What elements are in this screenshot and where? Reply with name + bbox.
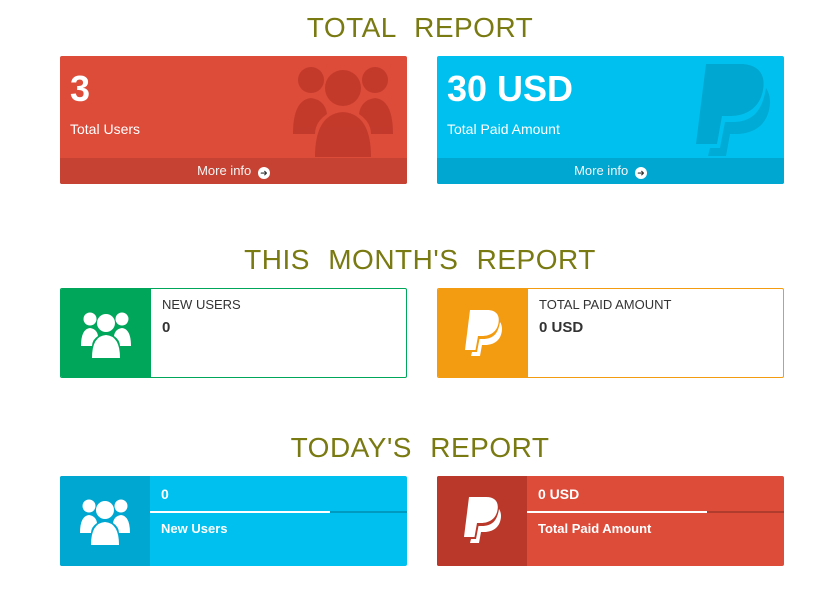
total-users-box: 3 Total Users More info ➜ — [60, 56, 407, 184]
total-paid-more-info-link[interactable]: More info ➜ — [437, 158, 784, 184]
total-paid-value: 30 USD — [447, 68, 574, 109]
total-paid-label: Total Paid Amount — [447, 121, 560, 137]
today-paid-progress — [527, 511, 784, 513]
month-paid-label: TOTAL PAID AMOUNT — [539, 297, 672, 312]
total-users-label: Total Users — [70, 121, 141, 137]
users-icon — [60, 476, 150, 566]
progress-fill — [527, 511, 707, 513]
today-report-title: TODAY'S REPORT — [290, 432, 550, 463]
today-paid-value: 0 USD — [538, 486, 580, 502]
more-info-text: More info — [197, 163, 252, 178]
today-new-users-progress — [150, 511, 407, 513]
today-paid-label: Total Paid Amount — [538, 521, 652, 536]
users-icon — [61, 289, 151, 377]
month-new-users-value: 0 — [162, 319, 171, 336]
today-new-users-value: 0 — [161, 486, 169, 502]
users-icon — [293, 62, 393, 162]
month-new-users-box: NEW USERS 0 — [60, 288, 407, 378]
month-report-title: THIS MONTH'S REPORT — [244, 244, 596, 275]
month-paid-box: TOTAL PAID AMOUNT 0 USD — [437, 288, 784, 378]
today-new-users-label: New Users — [161, 521, 228, 536]
today-paid-box: 0 USD Total Paid Amount — [437, 476, 784, 566]
arrow-circle-right-icon: ➜ — [634, 167, 647, 179]
total-report-title: TOTAL REPORT — [306, 12, 534, 43]
month-paid-value: 0 USD — [539, 319, 584, 336]
total-paid-box: 30 USD Total Paid Amount More info ➜ — [437, 56, 784, 184]
today-new-users-box: 0 New Users — [60, 476, 407, 566]
paypal-icon — [438, 289, 528, 377]
total-users-value: 3 — [70, 68, 91, 109]
progress-fill — [150, 511, 330, 513]
more-info-text: More info — [574, 163, 629, 178]
month-new-users-label: NEW USERS — [162, 297, 241, 312]
paypal-icon — [437, 476, 527, 566]
arrow-circle-right-icon: ➜ — [257, 167, 270, 179]
paypal-icon — [692, 64, 772, 161]
total-users-more-info-link[interactable]: More info ➜ — [60, 158, 407, 184]
